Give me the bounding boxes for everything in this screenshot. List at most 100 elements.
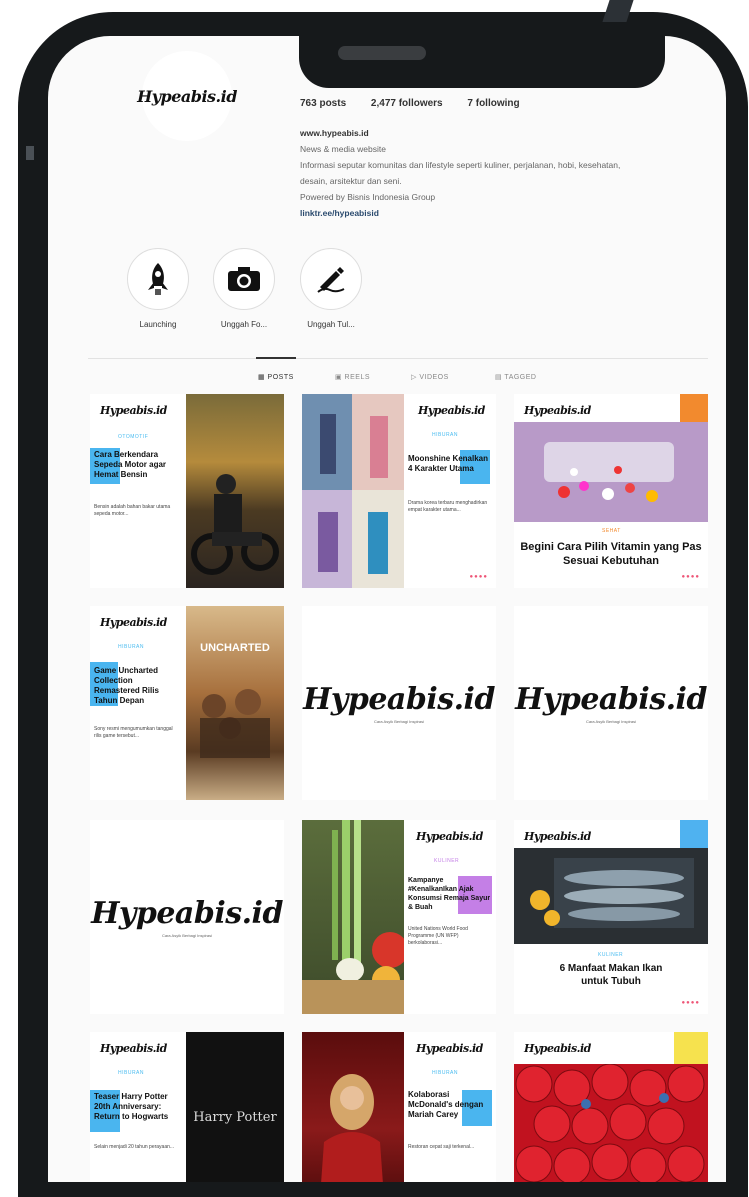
- post-headline: Teaser Harry Potter 20th Anniversary: Re…: [94, 1092, 169, 1121]
- post-brand: Hypeabis.id: [524, 1042, 591, 1055]
- bio-line-2: desain, arsitektur dan seni.: [300, 176, 402, 186]
- bio-line-3: Powered by Bisnis Indonesia Group: [300, 192, 436, 202]
- post-tag: HIBURAN: [432, 1070, 459, 1076]
- post-headline: Game Uncharted Collection Remastered Ril…: [94, 666, 159, 705]
- vitamin-pills-photo: [514, 422, 708, 522]
- post-tag: KULINER: [598, 952, 624, 958]
- profile-stats: 763 posts 2,477 followers 7 following: [300, 98, 542, 109]
- harry-potter-poster: Harry Potter: [186, 1032, 284, 1182]
- post-headline: Kampanye #KenalkanIkan Ajak Konsumsi Rem…: [408, 877, 491, 911]
- post-tile[interactable]: Hypeabis.id HIBURAN Moonshine Kenalkan 4…: [302, 394, 496, 588]
- blue-corner-square: [680, 820, 708, 848]
- post-headline: Kolaborasi McDonald's dengan Mariah Care…: [408, 1090, 484, 1119]
- post-brand: Hypeabis.id: [416, 1042, 483, 1055]
- post-body: Drama korea terbaru menghadirkan empat k…: [408, 500, 488, 513]
- post-headline: Cara Berkendara Sepeda Motor agar Hemat …: [94, 450, 167, 479]
- category-label: News & media website: [300, 144, 386, 154]
- post-tile[interactable]: Hypeabis.id KULINER Kampanye #KenalkanIk…: [302, 820, 496, 1014]
- phone-notch: [299, 36, 665, 88]
- post-tag: HIBURAN: [118, 1070, 145, 1076]
- post-tile[interactable]: Hypeabis.id Cara Asyik Berbagi Inspirasi: [514, 606, 708, 800]
- post-tile[interactable]: Hypeabis.id SEHAT Begini Cara Pilih Vita…: [514, 394, 708, 588]
- post-tag: SEHAT: [602, 528, 621, 534]
- website-title: www.hypeabis.id: [300, 128, 369, 138]
- post-tag: HIBURAN: [118, 644, 145, 650]
- pen-writing-icon: [300, 248, 362, 310]
- camera-icon: [213, 248, 275, 310]
- post-body: Bensin adalah bahan bakar utama sepeda m…: [94, 504, 171, 517]
- slide-dots: ●●●●: [681, 1000, 700, 1006]
- post-tag: KULINER: [434, 858, 460, 864]
- post-tile[interactable]: Hypeabis.id HIBURAN Teaser Harry Potter …: [90, 1032, 284, 1182]
- post-headline: Begini Cara Pilih Vitamin yang Pas Sesua…: [520, 541, 702, 567]
- post-tile[interactable]: Hypeabis.id HIBURAN Kolaborasi McDonald'…: [302, 1032, 496, 1182]
- post-body: Sony resmi mengumumkan tanggal rilis gam…: [94, 726, 173, 739]
- post-body: Restoran cepat saji terkenal...: [408, 1144, 475, 1150]
- post-tile[interactable]: Hypeabis.id Cara Asyik Berbagi Inspirasi: [302, 606, 496, 800]
- vegetables-photo: [302, 820, 408, 1014]
- post-brand: Hypeabis.id: [524, 404, 591, 417]
- post-tile[interactable]: Hypeabis.id Cara Asyik Berbagi Inspirasi: [90, 820, 284, 1014]
- highlight-unggah-foto[interactable]: Unggah Fo...: [204, 248, 284, 329]
- tab-posts[interactable]: ▦ POSTS: [258, 373, 294, 381]
- tab-videos[interactable]: ▷ VIDEOS: [411, 373, 449, 381]
- avatar-logo: Hypeabis.id: [137, 86, 237, 106]
- speaker-grille: [338, 46, 426, 60]
- posts-count[interactable]: 763 posts: [300, 98, 346, 109]
- active-tab-indicator: [256, 357, 296, 359]
- red-umbrellas-photo: [514, 1063, 708, 1182]
- post-tile[interactable]: Hypeabis.id OTOMOTIF Cara Berkendara Sep…: [90, 394, 284, 588]
- slide-dots: ●●●●: [681, 574, 700, 580]
- brand-tagline: Cara Asyik Berbagi Inspirasi: [373, 719, 425, 724]
- brand-logo-tile: Hypeabis.id Cara Asyik Berbagi Inspirasi: [514, 606, 708, 800]
- brand-logo: Hypeabis.id: [303, 682, 495, 717]
- orange-corner-square: [680, 394, 708, 422]
- post-tag: HIBURAN: [432, 432, 459, 438]
- post-tile[interactable]: Hypeabis.id: [514, 1032, 708, 1182]
- post-tile[interactable]: Hypeabis.id KULINER 6 Manfaat Makan Ikan…: [514, 820, 708, 1014]
- brand-logo: Hypeabis.id: [91, 896, 283, 931]
- slide-dots: ●●●●: [469, 574, 488, 580]
- post-brand: Hypeabis.id: [524, 830, 591, 843]
- side-button-mark: [26, 146, 34, 160]
- post-brand: Hypeabis.id: [100, 404, 167, 417]
- bio-link[interactable]: linktr.ee/hypeabisid: [300, 205, 620, 221]
- post-body: United Nations World Food Programme (UN …: [408, 926, 468, 946]
- brand-logo-tile: Hypeabis.id Cara Asyik Berbagi Inspirasi: [90, 820, 284, 1014]
- post-brand: Hypeabis.id: [416, 830, 483, 843]
- rocket-icon: [127, 248, 189, 310]
- post-tag: OTOMOTIF: [118, 434, 149, 440]
- brand-logo-tile: Hypeabis.id Cara Asyik Berbagi Inspirasi: [302, 606, 496, 800]
- motorcycle-photo: [186, 394, 284, 588]
- poster-title: Harry Potter: [193, 1110, 277, 1125]
- post-brand: Hypeabis.id: [100, 1042, 167, 1055]
- brand-tagline: Cara Asyik Berbagi Inspirasi: [585, 719, 637, 724]
- post-brand: Hypeabis.id: [100, 616, 167, 629]
- tab-reels[interactable]: ▣ REELS: [335, 373, 370, 381]
- following-count[interactable]: 7 following: [467, 98, 519, 109]
- profile-avatar[interactable]: Hypeabis.id: [137, 51, 237, 141]
- highlight-label: Launching: [139, 320, 177, 329]
- mariah-carey-photo: [302, 1032, 404, 1182]
- brand-logo: Hypeabis.id: [515, 682, 707, 717]
- brand-tagline: Cara Asyik Berbagi Inspirasi: [161, 933, 213, 938]
- highlight-launching[interactable]: Launching: [118, 248, 198, 329]
- fish-photo: [514, 848, 708, 944]
- uncharted-poster: UNCHARTED: [186, 606, 284, 800]
- post-headline: 6 Manfaat Makan Ikan untuk Tubuh: [559, 963, 663, 987]
- post-body: Selain menjadi 20 tahun perayaan...: [94, 1144, 175, 1150]
- post-tile[interactable]: Hypeabis.id HIBURAN Game Uncharted Colle…: [90, 606, 284, 800]
- tab-tagged[interactable]: ▤ TAGGED: [495, 373, 536, 381]
- bio-line-1: Informasi seputar komunitas dan lifestyl…: [300, 160, 621, 170]
- highlight-label: Unggah Fo...: [220, 320, 268, 329]
- yellow-corner-square: [674, 1032, 708, 1066]
- post-brand: Hypeabis.id: [418, 404, 485, 417]
- post-headline: Moonshine Kenalkan 4 Karakter Utama: [408, 454, 489, 473]
- highlight-unggah-tulisan[interactable]: Unggah Tul...: [291, 248, 371, 329]
- highlight-label: Unggah Tul...: [307, 320, 355, 329]
- tabs-divider: [88, 358, 708, 359]
- drama-collage-photo: [302, 394, 404, 588]
- instagram-profile-screen: Hypeabis.id 763 posts 2,477 followers 7 …: [48, 36, 726, 1182]
- followers-count[interactable]: 2,477 followers: [371, 98, 443, 109]
- profile-bio: www.hypeabis.id News & media website Inf…: [300, 125, 620, 221]
